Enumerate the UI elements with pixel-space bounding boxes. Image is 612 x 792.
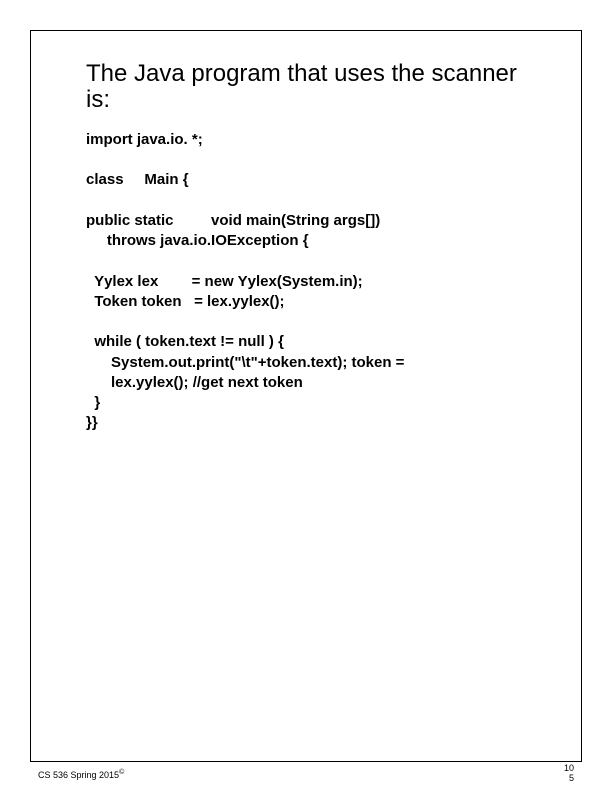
code-line: lex.yylex(); //get next token: [86, 374, 303, 391]
page-title: The Java program that uses the scanner i…: [86, 61, 526, 114]
code-line: class Main {: [86, 171, 189, 188]
code-block: import java.io. *; class Main { public s…: [86, 130, 526, 434]
code-line: public static void main(String args[]): [86, 212, 380, 229]
page-frame: The Java program that uses the scanner i…: [30, 30, 582, 762]
code-line: }: [86, 394, 100, 411]
code-line: }}: [86, 414, 98, 431]
code-line: import java.io. *;: [86, 131, 203, 148]
footer-course: CS 536 Spring 2015©: [38, 769, 124, 780]
course-label: CS 536 Spring 2015: [38, 770, 119, 780]
page-number-bottom: 5: [564, 774, 574, 784]
copyright-symbol: ©: [119, 769, 124, 776]
content-area: The Java program that uses the scanner i…: [31, 31, 581, 444]
code-line: Token token = lex.yylex();: [86, 293, 285, 310]
code-line: System.out.print("\t"+token.text); token…: [86, 354, 404, 371]
code-line: Yylex lex = new Yylex(System.in);: [86, 273, 363, 290]
code-line: throws java.io.IOException {: [86, 232, 309, 249]
code-line: while ( token.text != null ) {: [86, 333, 284, 350]
footer-page-number: 10 5: [564, 764, 574, 784]
